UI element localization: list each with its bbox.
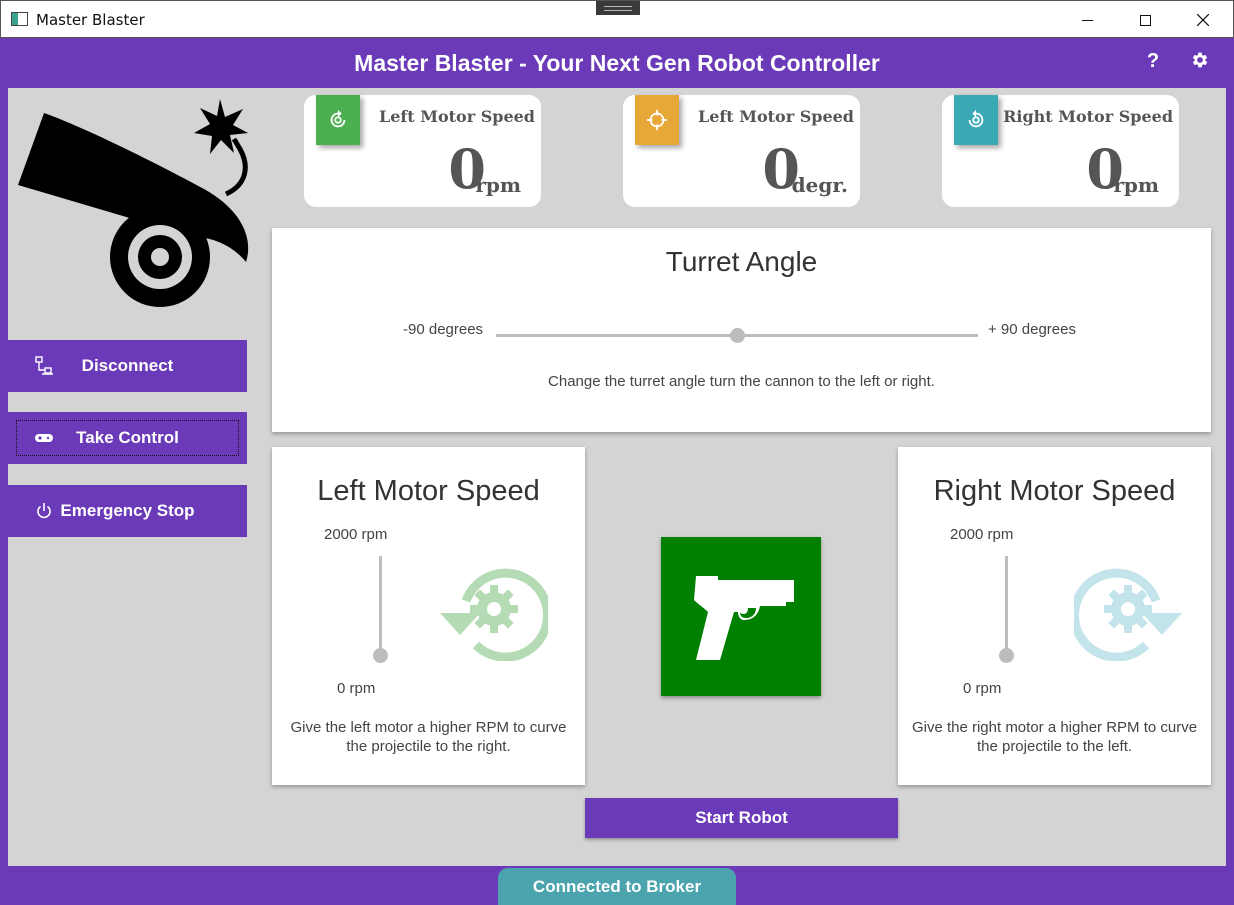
turret-slider-thumb[interactable] [730, 328, 745, 343]
maximize-button[interactable] [1116, 1, 1174, 39]
emergency-stop-label: Emergency Stop [60, 501, 195, 520]
connection-status-badge: Connected to Broker [498, 868, 736, 905]
left-motor-max-label: 2000 rpm [324, 526, 388, 543]
left-motor-min-label: 0 rpm [337, 680, 376, 697]
help-button[interactable]: ? [1141, 50, 1165, 76]
right-motor-max-label: 2000 rpm [950, 526, 1014, 543]
window-title: Master Blaster [36, 11, 145, 29]
minimize-button[interactable] [1058, 1, 1116, 39]
close-button[interactable] [1174, 1, 1232, 39]
gear-icon [1192, 52, 1208, 68]
rotate-left-gear-icon [440, 568, 548, 661]
right-motor-slider-track[interactable] [1005, 556, 1008, 655]
stat-card-angle: Left Motor Speed 0 degr. [623, 95, 860, 207]
take-control-label: Take Control [76, 428, 179, 447]
turret-min-label: -90 degrees [403, 321, 484, 338]
stat-label: Right Motor Speed [1003, 107, 1173, 126]
stat-label: Left Motor Speed [378, 107, 535, 126]
minimize-icon [1081, 19, 1093, 21]
stat-unit: rpm [1113, 173, 1159, 197]
left-motor-description: Give the left motor a higher RPM to curv… [290, 719, 567, 755]
app-title: Master Blaster - Your Next Gen Robot Con… [354, 50, 880, 76]
settings-button[interactable] [1190, 50, 1214, 74]
right-motor-title: Right Motor Speed [933, 475, 1176, 507]
turret-title: Turret Angle [665, 246, 818, 277]
close-icon [1197, 14, 1209, 26]
rotate-gear-icon [330, 109, 346, 128]
maximize-icon [1139, 14, 1151, 26]
right-motor-panel: Right Motor Speed 2000 rpm 0 rpm Give th… [898, 447, 1211, 785]
stat-badge [954, 95, 998, 145]
left-motor-slider-track[interactable] [379, 556, 382, 655]
disconnect-label: Disconnect [81, 356, 174, 375]
stat-unit: rpm [475, 173, 521, 197]
fire-button[interactable] [661, 537, 821, 696]
window-titlebar: Master Blaster [0, 0, 1234, 38]
cannon-logo-icon [18, 99, 249, 307]
right-motor-slider-thumb[interactable] [999, 648, 1014, 663]
stat-label: Left Motor Speed [697, 107, 854, 126]
turret-angle-panel: Turret Angle -90 degrees + 90 degrees Ch… [272, 228, 1211, 432]
turret-description: Change the turret angle turn the cannon … [548, 373, 935, 390]
emergency-stop-button[interactable]: Emergency Stop [8, 485, 247, 537]
right-motor-description: Give the right motor a higher RPM to cur… [911, 719, 1198, 755]
rotate-right-gear-icon [1074, 568, 1182, 661]
pistol-icon [694, 575, 794, 660]
rotate-gear-icon [968, 109, 984, 128]
stat-card-right-speed: Right Motor Speed 0 rpm [942, 95, 1179, 207]
app-header: Master Blaster - Your Next Gen Robot Con… [1, 38, 1233, 88]
start-robot-button[interactable]: Start Robot [585, 798, 898, 838]
stat-badge [316, 95, 360, 145]
stat-badge [635, 95, 679, 145]
take-control-button[interactable]: Take Control [8, 412, 247, 464]
disconnect-button[interactable]: Disconnect [8, 340, 247, 392]
left-motor-slider-thumb[interactable] [373, 648, 388, 663]
right-motor-min-label: 0 rpm [963, 680, 1002, 697]
stat-unit: degr. [791, 173, 848, 197]
left-motor-title: Left Motor Speed [317, 475, 540, 507]
crosshair-icon [646, 109, 668, 131]
drag-grip-icon[interactable] [596, 1, 640, 15]
left-motor-panel: Left Motor Speed 2000 rpm 0 rpm Give the… [272, 447, 585, 785]
stat-card-left-speed: Left Motor Speed 0 rpm [304, 95, 541, 207]
turret-max-label: + 90 degrees [988, 321, 1076, 338]
app-icon [11, 12, 28, 26]
